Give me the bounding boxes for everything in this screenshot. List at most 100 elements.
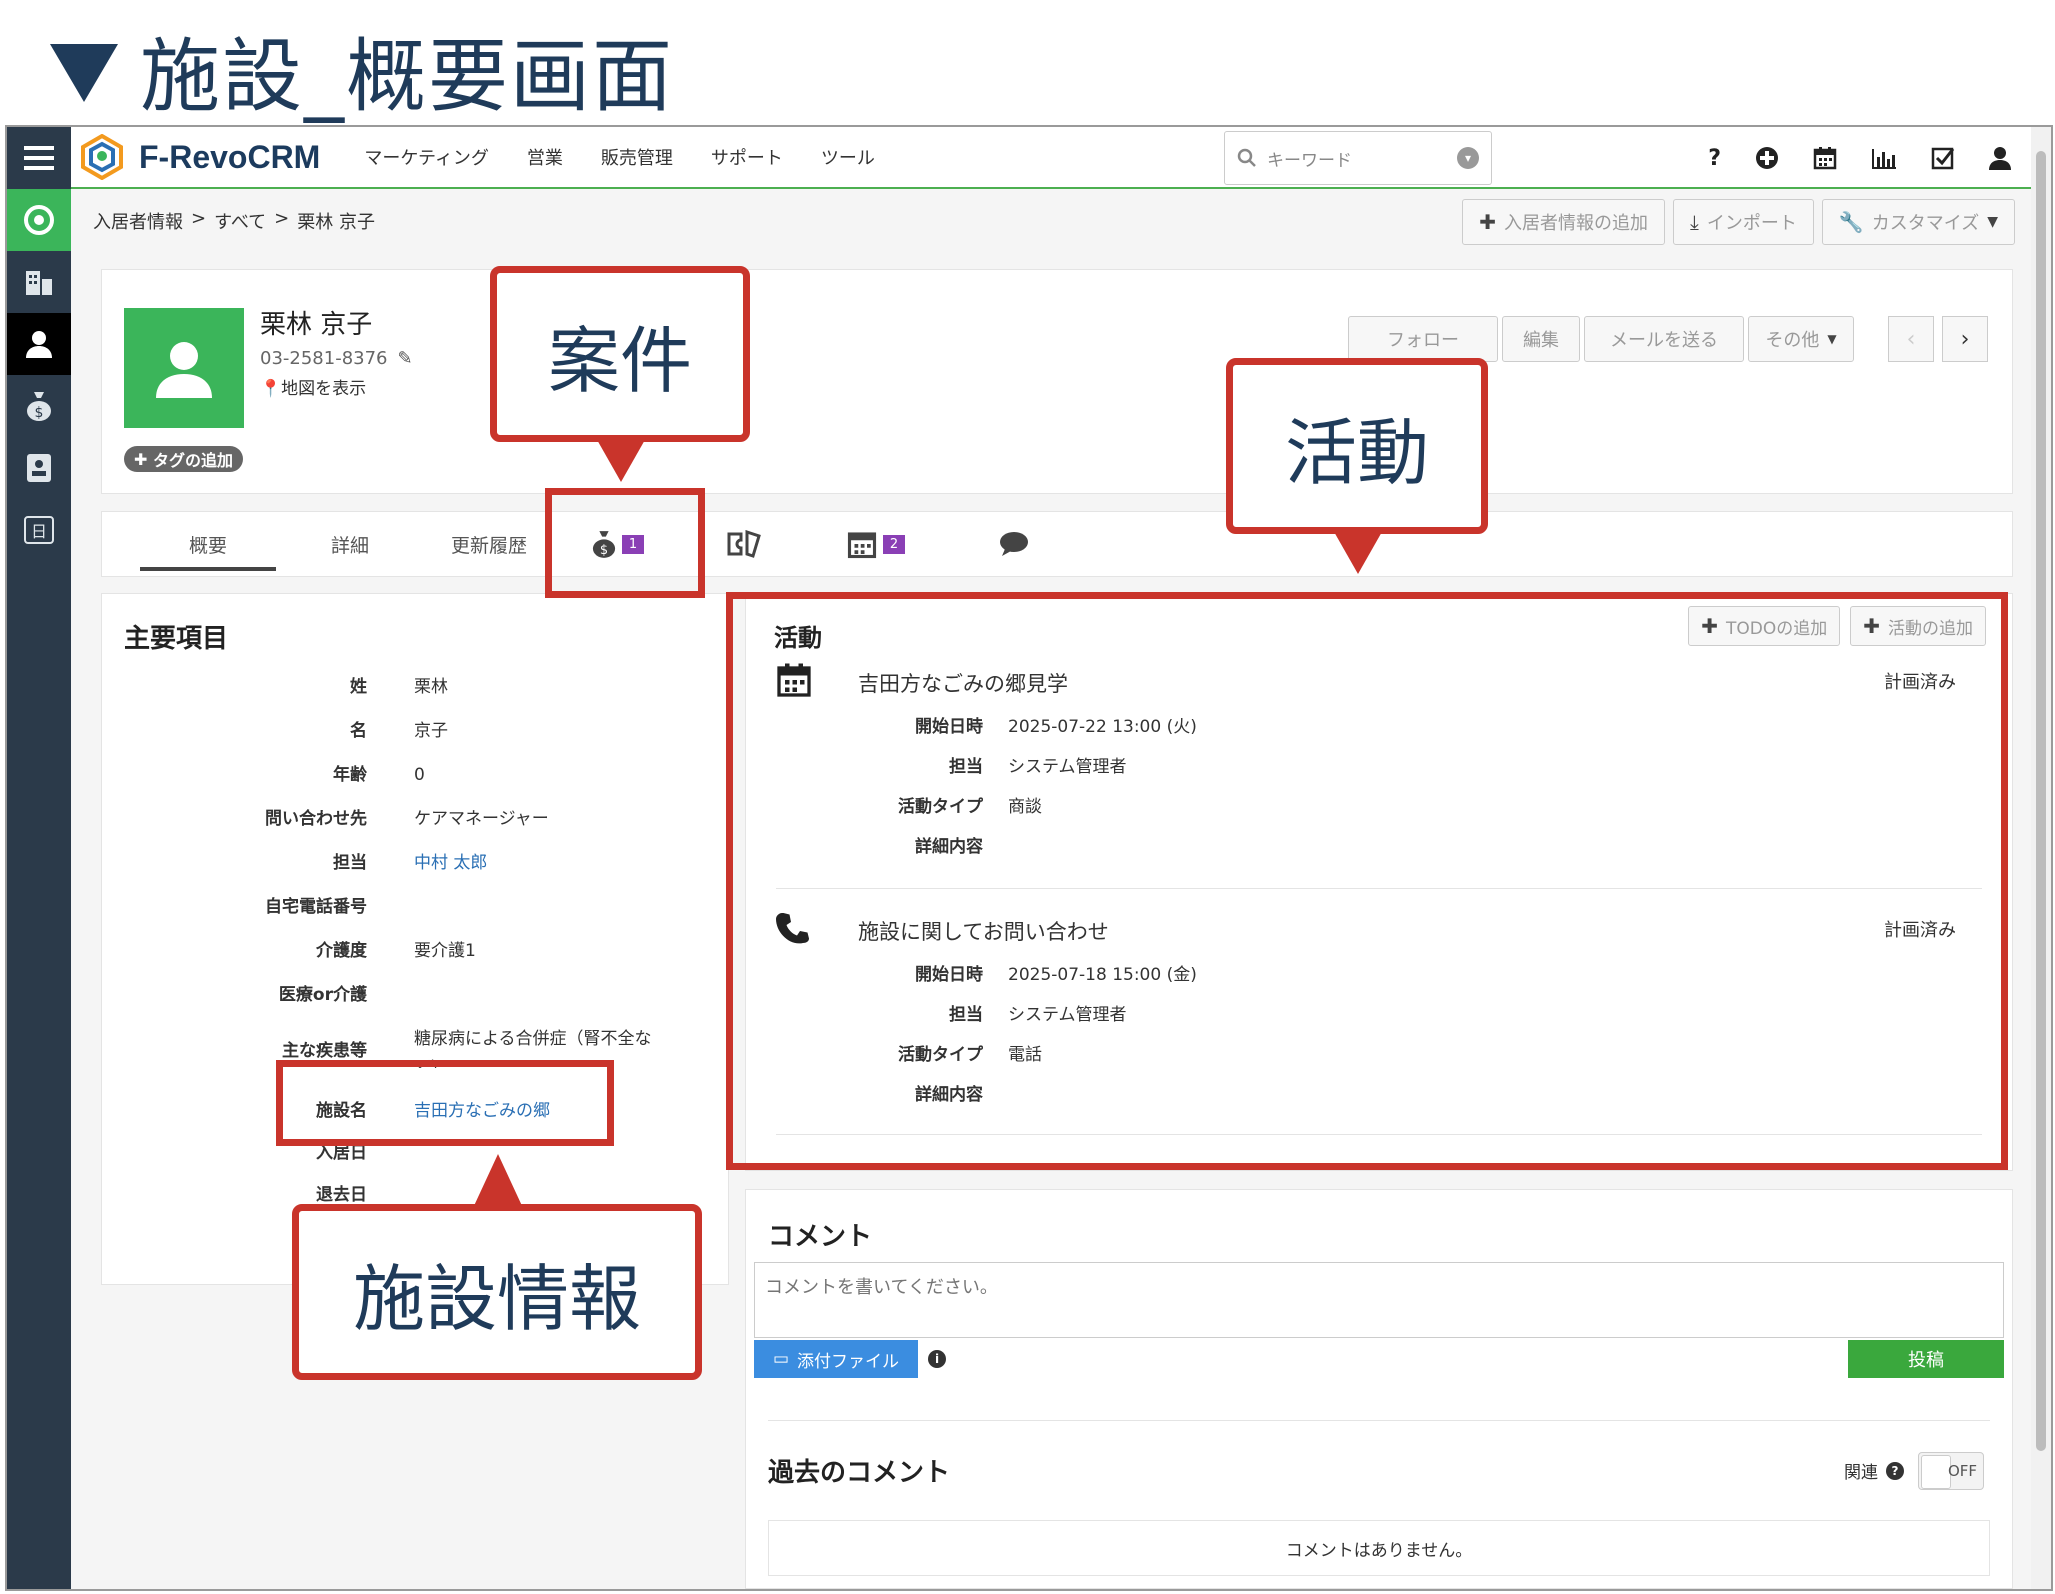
search-input[interactable]: キーワード ▾ bbox=[1224, 131, 1492, 185]
contact-card-icon[interactable] bbox=[7, 437, 71, 499]
tab-history[interactable]: 更新履歴 bbox=[424, 511, 554, 577]
breadcrumb-sep: > bbox=[274, 208, 290, 229]
facility-callout-pointer bbox=[473, 1154, 523, 1208]
add-tag-button[interactable]: ✚ タグの追加 bbox=[124, 446, 243, 472]
breadcrumb-filter[interactable]: すべて bbox=[214, 208, 266, 234]
wrench-icon: 🔧 bbox=[1838, 210, 1864, 234]
breadcrumb-sep: > bbox=[191, 208, 207, 229]
slide-title: 施設_概要画面 bbox=[50, 20, 674, 123]
related-toggle[interactable]: OFF bbox=[1918, 1452, 1984, 1490]
ticket-icon bbox=[727, 530, 761, 558]
target-icon[interactable] bbox=[7, 189, 71, 251]
plus-circle-icon[interactable] bbox=[1755, 146, 1779, 170]
info-icon[interactable]: i bbox=[928, 1350, 946, 1368]
checkbox-icon[interactable] bbox=[1931, 146, 1955, 170]
events-count-badge: 2 bbox=[882, 534, 906, 554]
vertical-scrollbar[interactable] bbox=[2031, 127, 2051, 1589]
main-fields-title: 主要項目 bbox=[124, 624, 229, 654]
next-record-button[interactable]: › bbox=[1942, 316, 1988, 362]
download-icon: ⤓ bbox=[1690, 210, 1699, 234]
tab-events[interactable]: 2 bbox=[806, 511, 946, 577]
activity-highlight bbox=[726, 592, 2008, 1170]
comments-title: コメント bbox=[768, 1222, 873, 1252]
speech-bubble-icon bbox=[1000, 532, 1028, 556]
calendar-icon[interactable] bbox=[1813, 146, 1837, 170]
app-name: F-RevoCRM bbox=[139, 138, 321, 175]
chart-icon[interactable] bbox=[1871, 147, 1897, 169]
plus-icon: ✚ bbox=[1479, 210, 1496, 234]
user-icon[interactable] bbox=[1989, 146, 2011, 170]
record-header: 栗林 京子 03-2581-8376 ✎ 📍地図を表示 ✚ タグの追加 フォロー… bbox=[101, 269, 2013, 494]
comments-panel: コメント ▭添付ファイル i 投稿 過去のコメント 関連? OFF コメントはあ… bbox=[745, 1189, 2013, 1589]
tab-detail[interactable]: 詳細 bbox=[276, 511, 424, 577]
prev-record-button[interactable]: ‹ bbox=[1888, 316, 1934, 362]
facility-field-highlight bbox=[276, 1060, 614, 1146]
search-placeholder: キーワード bbox=[1267, 150, 1352, 171]
help-icon[interactable]: ? bbox=[1708, 146, 1721, 171]
building-icon[interactable] bbox=[7, 251, 71, 313]
deal-callout-pointer bbox=[596, 438, 646, 482]
more-button[interactable]: その他 ▼ bbox=[1748, 316, 1854, 362]
chevron-down-icon[interactable]: ▾ bbox=[1457, 147, 1479, 169]
owner-link[interactable]: 中村 太郎 bbox=[414, 848, 654, 878]
record-phone: 03-2581-8376 ✎ bbox=[260, 348, 413, 369]
record-name: 栗林 京子 bbox=[260, 310, 373, 340]
facility-callout: 施設情報 bbox=[292, 1204, 702, 1380]
edit-button[interactable]: 編集 bbox=[1502, 316, 1580, 362]
menu-marketing[interactable]: マーケティング bbox=[364, 144, 489, 170]
calendar-day-icon[interactable]: 日 bbox=[7, 499, 71, 561]
calendar-icon bbox=[847, 532, 876, 559]
deal-tab-highlight bbox=[545, 488, 705, 598]
menu-support[interactable]: サポート bbox=[711, 144, 783, 170]
help-icon[interactable]: ? bbox=[1886, 1461, 1904, 1480]
tab-comments[interactable] bbox=[946, 511, 1082, 577]
import-button[interactable]: ⤓ インポート bbox=[1673, 199, 1814, 245]
customize-button[interactable]: 🔧 カスタマイズ ▼ bbox=[1821, 199, 2015, 245]
moneybag-icon[interactable]: $ bbox=[7, 375, 71, 437]
pencil-icon[interactable]: ✎ bbox=[398, 348, 413, 369]
record-tabs: 概要 詳細 更新履歴 $ 1 2 bbox=[101, 511, 2013, 577]
past-comments-title: 過去のコメント bbox=[768, 1458, 951, 1488]
list-action-buttons: ✚ 入居者情報の追加 ⤓ インポート 🔧 カスタマイズ ▼ bbox=[1462, 199, 2015, 245]
send-mail-button[interactable]: メールを送る bbox=[1584, 316, 1744, 362]
attach-file-button[interactable]: ▭ 添付ファイル bbox=[754, 1340, 918, 1378]
menu-tools[interactable]: ツール bbox=[821, 144, 875, 170]
person-icon[interactable] bbox=[7, 313, 71, 375]
top-icons: ? bbox=[1708, 127, 2011, 189]
breadcrumb-row: 入居者情報 > すべて > 栗林 京子 ✚ 入居者情報の追加 ⤓ インポート 🔧 カス… bbox=[71, 189, 2031, 253]
breadcrumb-module[interactable]: 入居者情報 bbox=[93, 208, 183, 234]
map-link[interactable]: 📍地図を表示 bbox=[260, 374, 366, 399]
no-comments-message: コメントはありません。 bbox=[768, 1520, 1990, 1576]
top-navbar: F-RevoCRM マーケティング 営業 販売管理 サポート ツール キーワード… bbox=[71, 127, 2031, 189]
divider bbox=[768, 1420, 1990, 1421]
menu-sales[interactable]: 営業 bbox=[527, 144, 563, 170]
search-icon bbox=[1237, 148, 1256, 167]
deal-callout: 案件 bbox=[490, 266, 750, 442]
record-action-buttons: フォロー 編集 メールを送る その他 ▼ bbox=[1348, 316, 1854, 362]
caret-down-icon: ▼ bbox=[1827, 332, 1837, 346]
avatar bbox=[124, 308, 244, 428]
menu-icon[interactable] bbox=[7, 127, 71, 189]
person-placeholder-icon bbox=[156, 342, 212, 398]
caret-down-icon: ▼ bbox=[1987, 214, 1998, 230]
post-button[interactable]: 投稿 bbox=[1848, 1340, 2004, 1378]
main-menu: マーケティング 営業 販売管理 サポート ツール bbox=[364, 144, 875, 170]
triangle-marker-icon bbox=[50, 44, 118, 102]
related-label: 関連? bbox=[1844, 1458, 1904, 1483]
menu-inventory[interactable]: 販売管理 bbox=[601, 144, 673, 170]
app-logo[interactable]: F-RevoCRM bbox=[79, 134, 320, 180]
activity-callout-pointer bbox=[1333, 530, 1383, 574]
add-record-button[interactable]: ✚ 入居者情報の追加 bbox=[1462, 199, 1665, 245]
breadcrumb-record: 栗林 京子 bbox=[297, 212, 375, 233]
slide-title-text: 施設_概要画面 bbox=[140, 30, 674, 123]
map-pin-icon: 📍 bbox=[260, 379, 282, 399]
laptop-icon: ▭ bbox=[772, 1349, 790, 1369]
comment-input[interactable] bbox=[754, 1262, 2004, 1338]
activity-callout: 活動 bbox=[1226, 358, 1488, 534]
tab-overview[interactable]: 概要 bbox=[140, 511, 276, 577]
record-pager: ‹ › bbox=[1888, 316, 1988, 362]
follow-button[interactable]: フォロー bbox=[1348, 316, 1498, 362]
main-fields-panel: 主要項目 姓栗林 名京子 年齢 0 問い合わせ先 ケアマネージャー 担当 中村 太郎 … bbox=[101, 593, 729, 1285]
scrollbar-thumb[interactable] bbox=[2036, 151, 2046, 1451]
logo-icon bbox=[81, 134, 123, 180]
